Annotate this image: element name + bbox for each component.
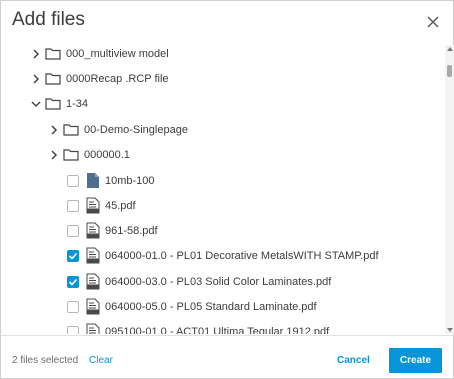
file-tree: 000_multiview model 0000Recap .RCP file … bbox=[1, 41, 445, 334]
add-files-dialog: Add files 000_multiview model 0000Recap … bbox=[0, 0, 454, 379]
tree-subfolder-row[interactable]: 000000.1 bbox=[48, 142, 130, 167]
file-checkbox-checked[interactable] bbox=[67, 249, 79, 262]
tree-file-row[interactable]: 961-58.pdf bbox=[67, 218, 158, 243]
generic-file-icon bbox=[87, 173, 99, 188]
tree-file-row[interactable]: 45.pdf bbox=[67, 193, 136, 218]
pdf-file-icon bbox=[86, 247, 100, 264]
file-checkbox[interactable] bbox=[67, 224, 79, 237]
checkmark-icon bbox=[68, 278, 78, 286]
folder-label: 000000.1 bbox=[84, 148, 130, 161]
chevron-down-icon[interactable] bbox=[30, 98, 42, 110]
file-label: 10mb-100 bbox=[105, 174, 155, 187]
file-label: 064000-05.0 - PL05 Standard Laminate.pdf bbox=[105, 300, 317, 313]
file-checkbox-checked[interactable] bbox=[67, 275, 79, 288]
tree-file-row[interactable]: 064000-05.0 - PL05 Standard Laminate.pdf bbox=[67, 294, 317, 319]
folder-label: 1-34 bbox=[66, 97, 89, 110]
close-icon[interactable] bbox=[424, 13, 442, 31]
scroll-down-arrow-icon[interactable] bbox=[447, 328, 453, 332]
chevron-right-icon[interactable] bbox=[30, 48, 42, 60]
folder-label: 000_multiview model bbox=[66, 47, 169, 60]
folder-icon bbox=[63, 124, 79, 136]
scrollbar-thumb[interactable] bbox=[447, 65, 452, 77]
tree-folder-row[interactable]: 0000Recap .RCP file bbox=[30, 66, 169, 91]
file-checkbox[interactable] bbox=[67, 300, 79, 313]
tree-folder-row[interactable]: 000_multiview model bbox=[30, 41, 169, 66]
tree-file-row[interactable]: 064000-01.0 - PL01 Decorative MetalsWITH… bbox=[67, 243, 379, 268]
file-checkbox[interactable] bbox=[67, 325, 79, 334]
folder-icon bbox=[45, 73, 61, 85]
pdf-file-icon bbox=[86, 298, 100, 315]
tree-file-row[interactable]: 10mb-100 bbox=[67, 168, 155, 193]
file-checkbox[interactable] bbox=[67, 199, 79, 212]
folder-icon bbox=[63, 149, 79, 161]
chevron-right-icon[interactable] bbox=[30, 73, 42, 85]
vertical-scrollbar[interactable] bbox=[445, 45, 454, 334]
tree-file-row[interactable]: 095100-01.0 - ACT01 Ultima Tegular 1912.… bbox=[67, 319, 329, 334]
pdf-file-icon bbox=[86, 273, 100, 290]
folder-icon bbox=[45, 98, 61, 110]
file-label: 095100-01.0 - ACT01 Ultima Tegular 1912.… bbox=[105, 325, 330, 335]
pdf-file-icon bbox=[86, 197, 100, 214]
file-label: 961-58.pdf bbox=[105, 224, 158, 237]
selected-count: 2 files selected bbox=[12, 355, 79, 366]
file-label: 064000-01.0 - PL01 Decorative MetalsWITH… bbox=[105, 249, 379, 262]
chevron-right-icon[interactable] bbox=[48, 124, 60, 136]
file-label: 45.pdf bbox=[105, 199, 136, 212]
file-label: 064000-03.0 - PL03 Solid Color Laminates… bbox=[105, 275, 332, 288]
pdf-file-icon bbox=[86, 222, 100, 239]
chevron-right-icon[interactable] bbox=[48, 149, 60, 161]
scroll-up-arrow-icon[interactable] bbox=[447, 47, 453, 51]
folder-label: 0000Recap .RCP file bbox=[66, 72, 169, 85]
tree-subfolder-row[interactable]: 00-Demo-Singlepage bbox=[48, 117, 188, 142]
clear-link[interactable]: Clear bbox=[89, 355, 113, 366]
tree-file-row[interactable]: 064000-03.0 - PL03 Solid Color Laminates… bbox=[67, 269, 331, 294]
tree-folder-row[interactable]: 1-34 bbox=[30, 91, 88, 116]
create-button[interactable]: Create bbox=[389, 348, 442, 373]
folder-icon bbox=[45, 48, 61, 60]
pdf-file-icon bbox=[86, 323, 100, 334]
dialog-footer: 2 files selected Clear Cancel Create bbox=[1, 335, 453, 378]
dialog-title: Add files bbox=[12, 9, 85, 30]
folder-label: 00-Demo-Singlepage bbox=[84, 123, 188, 136]
file-checkbox[interactable] bbox=[67, 174, 79, 187]
checkmark-icon bbox=[68, 252, 78, 260]
cancel-button[interactable]: Cancel bbox=[337, 355, 370, 366]
